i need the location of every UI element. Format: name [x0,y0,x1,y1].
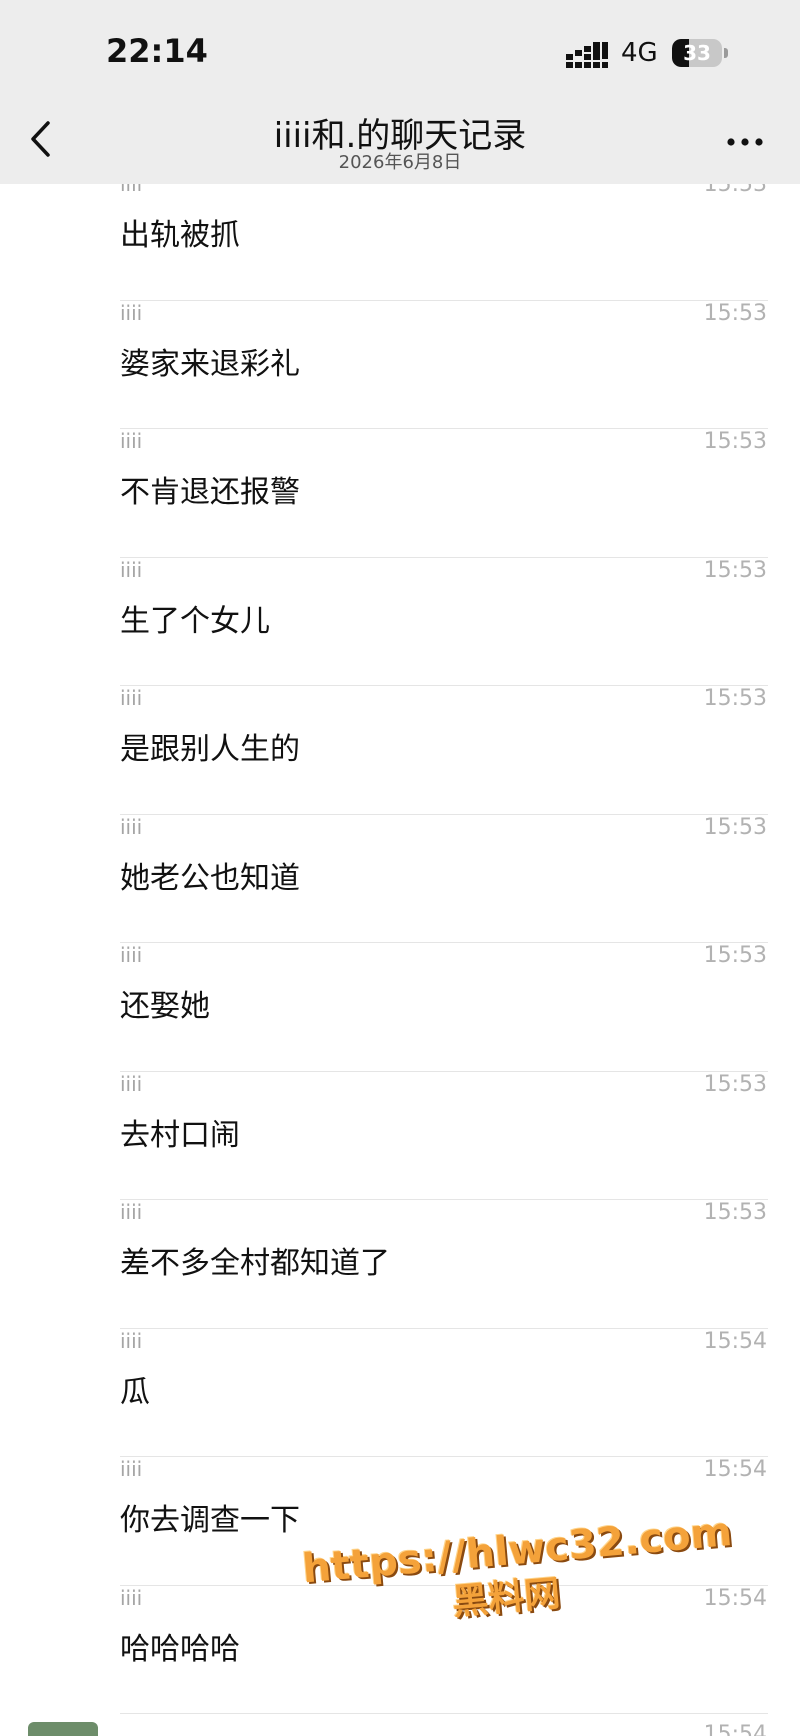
message-item[interactable]: iiii 15:54 瓜 [0,1328,800,1457]
message-time: 15:54 [703,1457,767,1482]
battery-level: 33 [683,41,711,65]
message-time: 15:54 [703,1722,767,1736]
battery-cap [724,48,728,58]
message-item[interactable]: iiii 15:53 婆家来退彩礼 [0,300,800,429]
signal-icon [566,42,608,68]
message-text: 哈哈哈哈 [120,1631,240,1667]
message-sender: iiii [120,1328,143,1353]
message-text: 她老公也知道 [120,860,300,896]
message-time: 15:53 [703,557,767,583]
message-text: 去村口闹 [120,1117,240,1153]
more-button[interactable] [722,124,768,160]
message-text: 还娶她 [120,989,210,1024]
message-text: 瓜 [120,1374,150,1410]
chevron-left-icon [31,121,50,157]
message-text: 出轨被抓 [120,218,240,253]
message-time: 15:53 [703,429,767,454]
message-sender: iiii [120,1457,143,1481]
message-text: 婆家来退彩礼 [120,346,300,382]
avatar[interactable] [28,1722,98,1736]
message-item[interactable]: iiii 15:53 去村口闹 [0,1071,800,1200]
message-item[interactable]: iiii 15:53 是跟别人生的 [0,686,800,815]
message-item[interactable]: iiii 15:53 她老公也知道 [0,814,800,943]
status-bar: 22:14 4G 33 [0,0,800,100]
message-time: 15:53 [703,1071,767,1097]
message-text: 差不多全村都知道了 [120,1246,390,1281]
divider [120,1713,768,1714]
message-sender: iiii [120,429,143,453]
status-time: 22:14 [106,32,208,70]
message-sender: iiii [120,1071,143,1096]
message-time: 15:53 [703,1200,767,1225]
page-subtitle-date: 2026年6月8日 [338,152,462,173]
message-text: 是跟别人生的 [120,732,300,767]
message-item[interactable]: iiii 15:53 生了个女儿 [0,557,800,686]
message-sender: iiii [120,300,143,325]
message-sender: iiii [120,686,143,710]
message-sender: iiii [120,814,143,839]
message-time: 15:53 [703,184,767,197]
message-list[interactable]: iiii 15:53 出轨被抓 iiii 15:53 婆家来退彩礼 iiii 15:53 不肯退… [0,184,800,1736]
message-time: 15:53 [703,814,767,840]
message-sender: iiii [120,1200,143,1224]
battery-body: 33 [672,39,722,67]
message-sender: iiii [120,1585,143,1610]
message-time: 15:53 [703,300,767,326]
message-time: 15:53 [703,686,767,711]
message-item[interactable]: iiii 15:53 差不多全村都知道了 [0,1200,800,1329]
message-sender: iiii [120,557,143,582]
navigation-bar: iiii和.的聊天记录 2026年6月8日 [0,100,800,184]
back-button[interactable] [22,114,62,164]
message-time: 15:54 [703,1328,767,1354]
message-sender: iiii [120,943,143,967]
message-item[interactable]: iiii 15:53 还娶她 [0,943,800,1072]
message-text: 生了个女儿 [120,603,270,639]
message-item[interactable]: iiii 15:53 不肯退还报警 [0,429,800,558]
message-sender: iiii [120,184,143,196]
message-text: 你去调查一下 [120,1503,300,1538]
chat-history-screen: 22:14 4G 33 iiii和.的聊天记录 2026年6月8日 iiii 1… [0,0,800,1736]
message-text: 不肯退还报警 [120,475,300,510]
message-item[interactable]: iiii 15:53 出轨被抓 [0,184,800,301]
more-icon [727,138,763,146]
battery-icon: 33 [672,39,728,67]
message-time: 15:53 [703,943,767,968]
network-type: 4G [621,38,658,68]
